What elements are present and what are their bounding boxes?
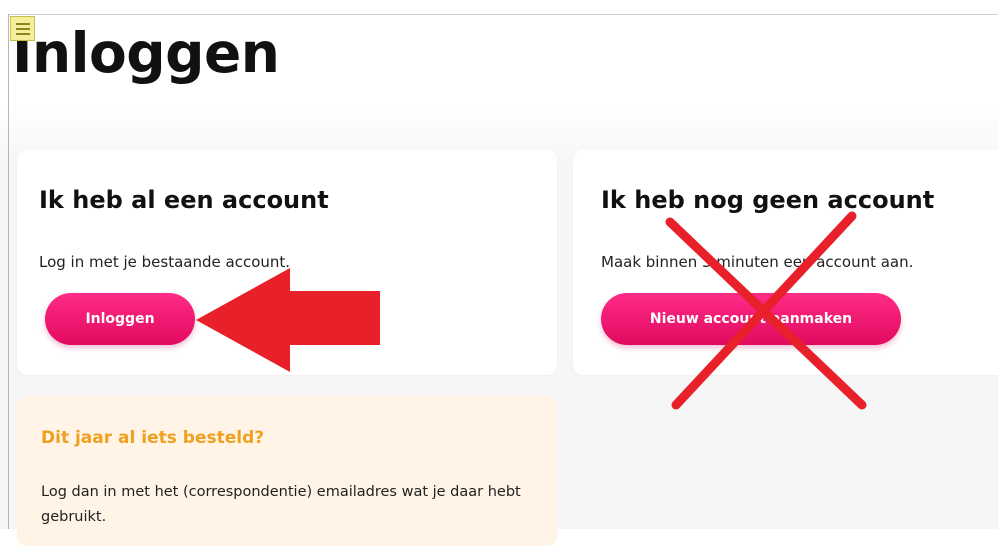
- create-account-button[interactable]: Nieuw account aanmaken: [601, 293, 901, 345]
- login-card-description: Log in met je bestaande account.: [39, 253, 291, 271]
- window-border-left: [8, 14, 9, 529]
- page-title: Inloggen: [12, 21, 280, 85]
- register-card-description: Maak binnen 3 minuten een account aan.: [601, 253, 914, 271]
- register-card: Ik heb nog geen account Maak binnen 3 mi…: [573, 150, 998, 375]
- previous-order-notice: Dit jaar al iets besteld? Log dan in met…: [17, 396, 557, 546]
- login-card-heading: Ik heb al een account: [39, 186, 329, 214]
- login-button[interactable]: Inloggen: [45, 293, 195, 345]
- notice-heading: Dit jaar al iets besteld?: [41, 428, 265, 448]
- login-card: Ik heb al een account Log in met je best…: [17, 150, 557, 375]
- register-card-heading: Ik heb nog geen account: [601, 186, 935, 214]
- window-border-top: [8, 14, 998, 15]
- hamburger-menu-icon[interactable]: [10, 16, 35, 41]
- notice-body: Log dan in met het (correspondentie) ema…: [41, 484, 521, 525]
